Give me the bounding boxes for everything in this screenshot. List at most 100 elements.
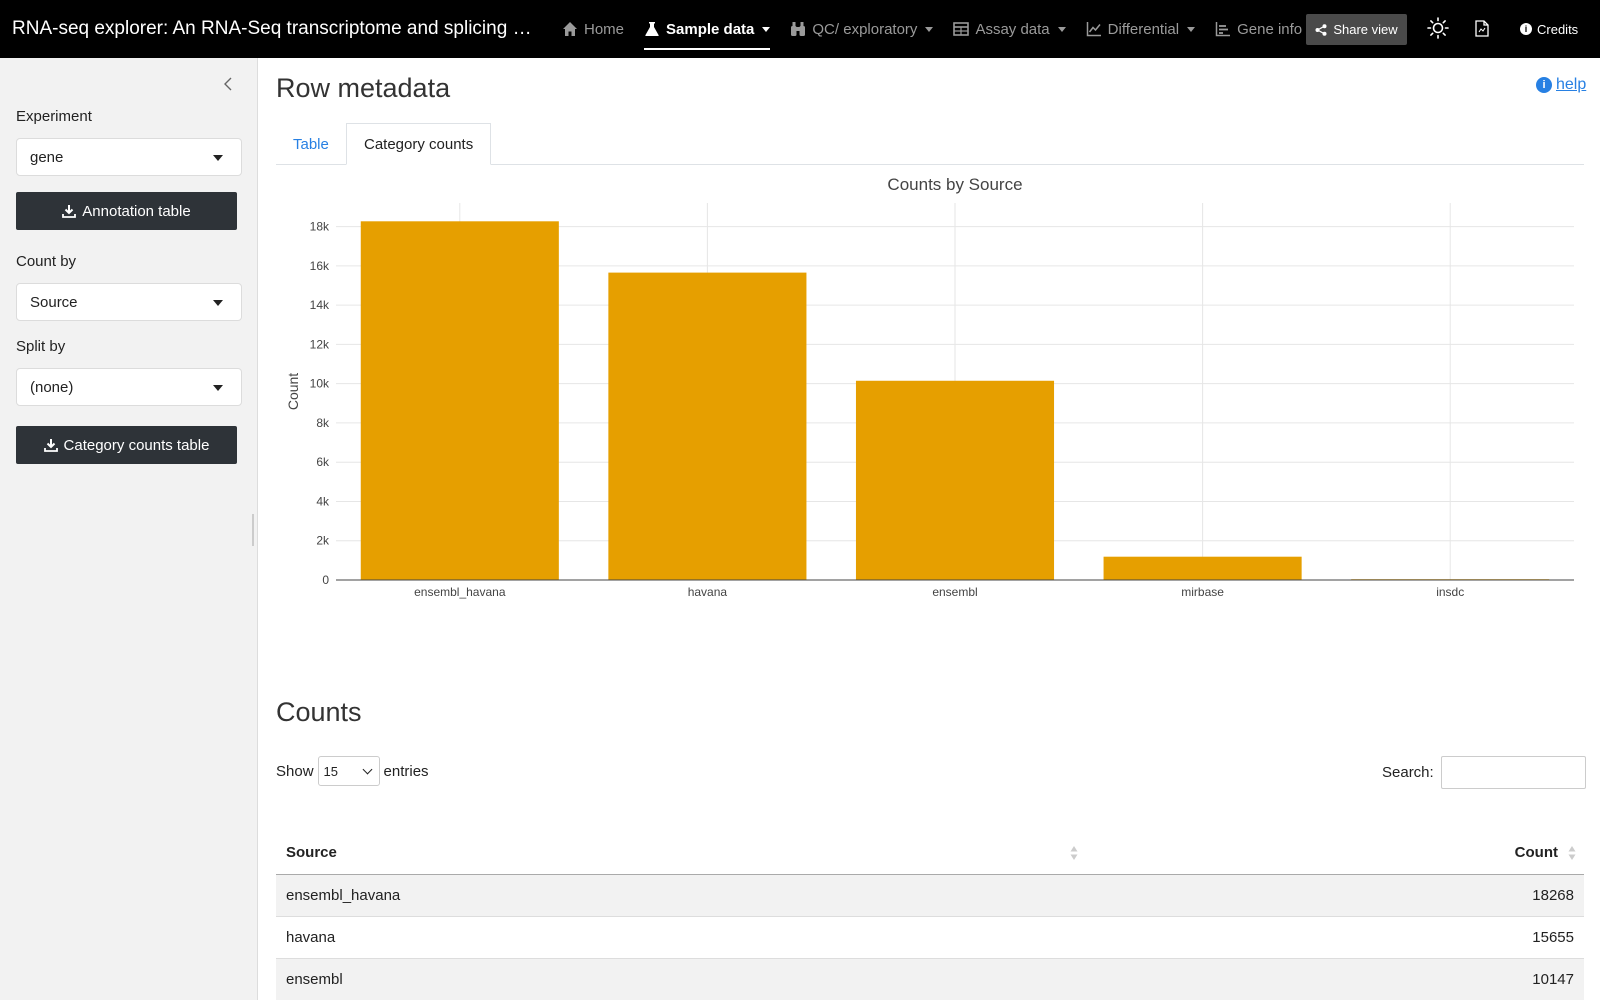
split-by-select[interactable]: (none)	[16, 368, 242, 406]
table-row[interactable]: havana 15655	[276, 916, 1584, 959]
search-label: Search:	[1382, 764, 1434, 781]
credits-link[interactable]: i Credits	[1520, 0, 1578, 58]
count-by-select[interactable]: Source	[16, 283, 242, 321]
sidebar: Experiment gene Annotation table Count b…	[0, 58, 258, 1000]
tab-category-counts[interactable]: Category counts	[346, 123, 492, 165]
table-search: Search:	[1382, 756, 1586, 789]
cell-count: 18268	[1086, 874, 1584, 917]
line-chart-icon	[1086, 22, 1101, 37]
y-tick-label: 10k	[310, 377, 330, 391]
chevron-down-icon	[762, 26, 771, 32]
counts-chart: Counts by Source 0 2k 4k 6k 8k 10k 12k 14k 16k 18k…	[276, 168, 1584, 608]
counts-bar-chart: Counts by Source 0 2k 4k 6k 8k 10k 12k 14k 16k 18k…	[285, 175, 1574, 599]
share-view-label: Share view	[1333, 22, 1398, 37]
y-tick-label: 2k	[316, 534, 330, 548]
dropdown-caret-icon	[213, 385, 223, 391]
dropdown-caret-icon	[213, 155, 223, 161]
credits-label: Credits	[1537, 21, 1579, 37]
nav-gene-info[interactable]: Gene info	[1205, 0, 1312, 58]
bar-mirbase	[1103, 556, 1302, 580]
count-by-value: Source	[30, 293, 78, 311]
nav-qc-label: QC/ exploratory	[812, 20, 918, 38]
table-row[interactable]: ensembl 10147	[276, 958, 1584, 1000]
nav-assay-data[interactable]: Assay data	[943, 0, 1075, 58]
home-icon	[563, 22, 577, 36]
cell-count: 10147	[1086, 958, 1584, 1000]
info-icon: i	[1536, 77, 1552, 93]
sort-icon	[1070, 846, 1078, 860]
nav-differential[interactable]: Differential	[1076, 0, 1205, 58]
table-row[interactable]: ensembl_havana 18268	[276, 874, 1584, 917]
search-input[interactable]	[1440, 756, 1586, 789]
page-title: Row metadata	[276, 73, 451, 103]
y-axis-label: Count	[285, 373, 301, 410]
column-header-count-label: Count	[1514, 844, 1558, 862]
column-header-source[interactable]: Source	[276, 832, 1086, 875]
experiment-select[interactable]: gene	[16, 138, 242, 176]
column-header-source-label: Source	[286, 844, 337, 862]
bar-ensembl	[855, 380, 1055, 580]
experiment-value: gene	[30, 148, 64, 166]
x-tick-label: havana	[688, 585, 728, 599]
x-tick-label: insdc	[1436, 585, 1464, 599]
nav-sample-data[interactable]: Sample data	[634, 0, 780, 58]
nav-gene-info-label: Gene info	[1237, 20, 1303, 38]
y-tick-label: 8k	[316, 416, 330, 430]
chevron-left-icon[interactable]	[222, 76, 234, 92]
nav-qc-exploratory[interactable]: QC/ exploratory	[780, 0, 943, 58]
report-document-icon[interactable]	[1475, 20, 1489, 37]
y-tick-label: 14k	[310, 298, 330, 312]
tab-bar: Table Category counts	[276, 123, 1584, 165]
counts-section-title: Counts	[276, 697, 362, 727]
y-tick-label: 18k	[310, 220, 330, 234]
split-by-label: Split by	[16, 338, 66, 355]
chevron-down-icon	[1187, 26, 1196, 32]
x-tick-label: ensembl_havana	[414, 585, 506, 599]
nav-assay-label: Assay data	[975, 20, 1050, 38]
sort-icon	[1568, 846, 1576, 860]
annotation-table-download-button[interactable]: Annotation table	[16, 192, 237, 230]
cell-source: havana	[276, 916, 1086, 959]
chevron-down-icon	[362, 764, 372, 774]
cell-source: ensembl	[276, 958, 1086, 1000]
y-tick-label: 16k	[310, 259, 330, 273]
share-icon	[1315, 23, 1327, 36]
y-tick-label: 4k	[316, 494, 330, 508]
x-tick-label: mirbase	[1181, 585, 1224, 599]
y-tick-label: 12k	[310, 337, 330, 351]
dropdown-caret-icon	[213, 300, 223, 306]
cell-source: ensembl_havana	[276, 874, 1086, 917]
share-view-button[interactable]: Share view	[1306, 14, 1407, 45]
split-by-value: (none)	[30, 378, 74, 396]
help-label: help	[1556, 76, 1587, 93]
y-tick-label: 0	[322, 573, 329, 587]
chevron-down-icon	[925, 26, 934, 32]
help-link[interactable]: i help	[1536, 76, 1586, 94]
nav-home[interactable]: Home	[552, 0, 634, 58]
download-icon	[43, 439, 58, 452]
annotation-table-label: Annotation table	[82, 202, 191, 220]
app-title[interactable]: RNA-seq explorer: An RNA-Seq transcripto…	[0, 18, 540, 40]
tab-table[interactable]: Table	[276, 123, 346, 165]
nav-sample-data-label: Sample data	[666, 20, 755, 38]
category-counts-download-button[interactable]: Category counts table	[16, 426, 237, 464]
nav-home-label: Home	[584, 20, 625, 38]
experiment-label: Experiment	[16, 108, 92, 125]
theme-toggle-sun-icon[interactable]	[1427, 17, 1449, 39]
page-length-control: Show 15 entries	[276, 756, 429, 786]
column-header-count[interactable]: Count	[1086, 832, 1584, 875]
x-tick-label: ensembl	[932, 585, 977, 599]
bar-havana	[608, 272, 807, 580]
page-length-select[interactable]: 15	[317, 756, 380, 786]
chevron-down-icon	[1057, 26, 1066, 32]
page-length-value: 15	[323, 763, 338, 779]
flask-icon	[645, 22, 659, 36]
navbar: RNA-seq explorer: An RNA-Seq transcripto…	[0, 0, 1600, 58]
table-header-row: Source Count	[276, 832, 1584, 875]
chart-title: Counts by Source	[887, 175, 1022, 194]
bar-ensembl_havana	[360, 221, 559, 580]
entries-label: entries	[383, 762, 429, 780]
nav-differential-label: Differential	[1107, 20, 1180, 38]
bar-chart-icon	[1215, 22, 1231, 37]
sidebar-resize-handle[interactable]	[252, 514, 254, 546]
